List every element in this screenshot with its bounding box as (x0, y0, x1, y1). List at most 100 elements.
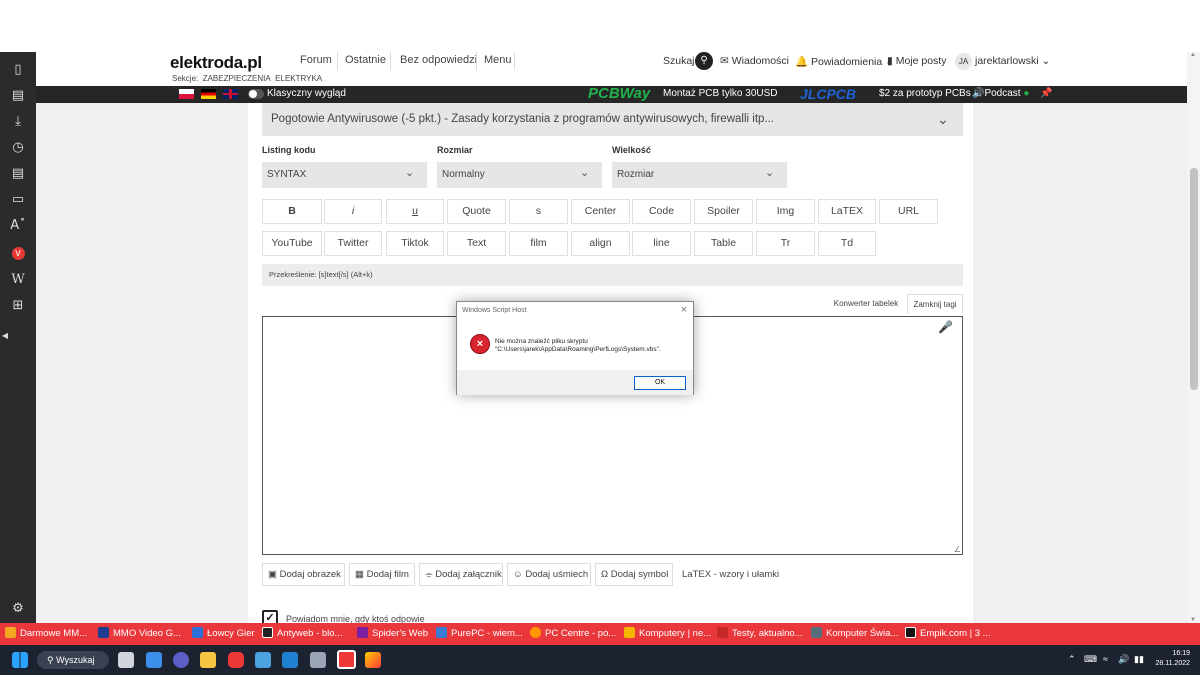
chat-icon[interactable] (173, 652, 189, 668)
tr-button[interactable]: Tr (756, 231, 815, 256)
pcbway-promo[interactable]: Montaż PCB tylko 30USD (663, 88, 778, 99)
twitter-button[interactable]: Twitter (324, 231, 382, 256)
store-icon[interactable] (282, 652, 298, 668)
search-icon[interactable]: ⚲ (695, 52, 713, 70)
widgets-icon[interactable] (146, 652, 162, 668)
vivaldi-taskbar-icon[interactable] (228, 652, 244, 668)
browser-tab[interactable]: PC Centre - po... (530, 623, 616, 645)
td-button[interactable]: Td (818, 231, 876, 256)
browser-tab[interactable]: Komputery | ne... (624, 623, 711, 645)
jlcpcb-logo[interactable]: JLCPCB (800, 86, 856, 102)
tray-chevron-up-icon[interactable]: ⌃ (1068, 654, 1076, 665)
spoiler-button[interactable]: Spoiler (694, 199, 753, 224)
nav-menu[interactable]: Menu (484, 54, 512, 66)
task-view-icon[interactable] (118, 652, 134, 668)
latex-help-link[interactable]: LaTEX - wzory i ułamki (676, 563, 786, 586)
flag-uk-icon[interactable] (223, 89, 238, 99)
collapse-arrow-icon[interactable]: ◀ (0, 326, 10, 346)
site-logo[interactable]: elektroda.pl (170, 53, 262, 73)
bookmark-icon[interactable]: ▯ (8, 60, 28, 80)
taskbar-search[interactable]: ⚲ Wyszukaj (37, 651, 109, 669)
browser-tab[interactable]: Komputer Świa... (811, 623, 898, 645)
jlcpcb-promo[interactable]: $2 za prototyp PCBs (879, 88, 971, 99)
align-button[interactable]: align (571, 231, 630, 256)
reader-icon[interactable]: ▤ (8, 86, 28, 106)
ok-button[interactable]: OK (634, 376, 686, 390)
search-label[interactable]: Szukaj (663, 55, 695, 67)
scrollbar-thumb[interactable] (1190, 168, 1198, 390)
strike-button[interactable]: s (509, 199, 568, 224)
vivaldi-active-icon[interactable] (337, 650, 356, 669)
file-explorer-icon[interactable] (200, 652, 216, 668)
add-symbol-button[interactable]: Ω Dodaj symbol (595, 563, 673, 586)
browser-tab[interactable]: PurePC - wiem... (436, 623, 523, 645)
forum-select[interactable]: Pogotowie Antywirusowe (-5 pkt.) - Zasad… (262, 103, 963, 136)
keyboard-icon[interactable]: ⌨ (1084, 654, 1097, 665)
latex-button[interactable]: LaTEX (818, 199, 876, 224)
browser-tab[interactable]: MMO Video G... (98, 623, 181, 645)
add-film-button[interactable]: ▦ Dodaj film (349, 563, 415, 586)
bold-button[interactable]: B (262, 199, 322, 224)
add-smiley-button[interactable]: ☺ Dodaj uśmiech (507, 563, 591, 586)
italic-button[interactable]: i (324, 199, 382, 224)
browser-tab[interactable]: Łowcy Gier (192, 623, 255, 645)
user-menu[interactable]: jarektarlowski ⌄ (975, 55, 1050, 67)
pcbway-logo[interactable]: PCBWay (588, 85, 650, 102)
my-posts-link[interactable]: ▮ Moje posty (887, 55, 946, 67)
youtube-button[interactable]: YouTube (262, 231, 322, 256)
pin-icon[interactable]: 📌 (1040, 88, 1052, 99)
clock[interactable]: 16:19 28.11.2022 (1152, 649, 1190, 669)
close-tags-tab[interactable]: Zamknij tagi (907, 294, 963, 314)
code-button[interactable]: Code (632, 199, 691, 224)
wifi-icon[interactable]: ≈ (1103, 654, 1108, 664)
app-icon[interactable] (310, 652, 326, 668)
download-icon[interactable]: ⤓ (8, 112, 28, 132)
table-button[interactable]: Table (694, 231, 753, 256)
flag-pl-icon[interactable] (179, 89, 194, 99)
add-image-button[interactable]: ▣ Dodaj obrazek (262, 563, 345, 586)
wikipedia-icon[interactable]: W (8, 270, 28, 290)
nav-unanswered[interactable]: Bez odpowiedzi (400, 54, 477, 66)
notifications-link[interactable]: 🔔 Powiadomienia ⌄ (795, 55, 894, 68)
line-button[interactable]: line (632, 231, 691, 256)
img-button[interactable]: Img (756, 199, 815, 224)
browser-tab[interactable]: Testy, aktualno... (717, 623, 803, 645)
underline-button[interactable]: u (386, 199, 444, 224)
settings-gear-icon[interactable]: ⚙ (8, 599, 28, 619)
close-icon[interactable]: × (681, 304, 687, 316)
scroll-up-arrow-icon[interactable]: ▲ (1190, 52, 1196, 58)
windows-start-icon[interactable] (12, 652, 28, 668)
vivaldi-icon[interactable]: V (8, 243, 28, 263)
browser-tab[interactable]: Empik.com | 3 ... (905, 623, 991, 645)
code-listing-select[interactable]: SYNTAX ⌄ (262, 162, 427, 188)
size-select[interactable]: Normalny ⌄ (437, 162, 602, 188)
add-attachment-button[interactable]: ⌯ Dodaj załącznik (419, 563, 503, 586)
section-link-security[interactable]: ZABEZPIECZENIA (203, 74, 271, 83)
avatar[interactable]: JA (955, 53, 972, 70)
url-button[interactable]: URL (879, 199, 938, 224)
browser-tab[interactable]: Antyweb - blo... (262, 623, 342, 645)
messages-link[interactable]: ✉ Wiadomości (720, 55, 789, 67)
magnitude-select[interactable]: Rozmiar ⌄ (612, 162, 787, 188)
nav-forum[interactable]: Forum (300, 54, 332, 66)
tiktok-button[interactable]: Tiktok (386, 231, 444, 256)
flag-de-icon[interactable] (201, 89, 216, 99)
section-link-electrics[interactable]: ELEKTRYKA (275, 74, 322, 83)
translate-icon[interactable]: A˟ (8, 216, 28, 236)
browser-tab[interactable]: Darmowe MM... (5, 623, 87, 645)
classic-view-toggle[interactable] (248, 89, 264, 99)
volume-icon[interactable]: 🔊 (1118, 654, 1129, 665)
resize-handle-icon[interactable]: ∠ (954, 545, 961, 554)
center-button[interactable]: Center (571, 199, 630, 224)
history-icon[interactable]: ◷ (8, 138, 28, 158)
film-button[interactable]: film (509, 231, 568, 256)
podcast-link[interactable]: 🔊Podcast ● (972, 88, 1029, 99)
photos-icon[interactable] (255, 652, 271, 668)
notes-icon[interactable]: ▤ (8, 164, 28, 184)
media-app-icon[interactable] (365, 652, 381, 668)
table-converter-tab[interactable]: Konwerter tabelek (828, 294, 904, 314)
window-icon[interactable]: ▭ (8, 190, 28, 210)
nav-recent[interactable]: Ostatnie (345, 54, 386, 66)
add-panel-icon[interactable]: ⊞ (8, 296, 28, 316)
battery-icon[interactable]: ▮▮ (1134, 654, 1144, 665)
